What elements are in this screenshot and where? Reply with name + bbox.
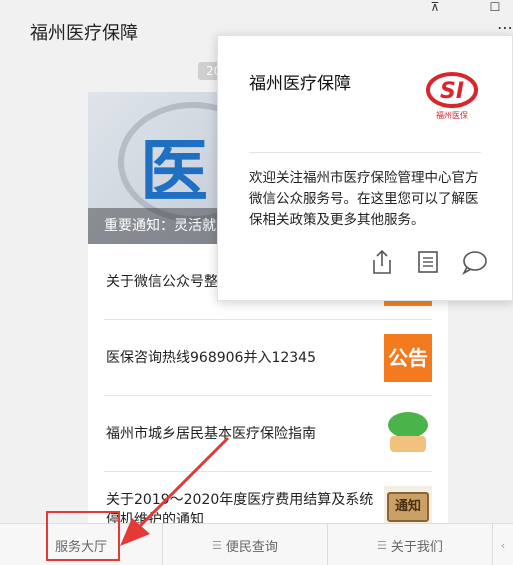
cover-glyph: 医 xyxy=(140,133,209,212)
keyboard-icon: ‹ xyxy=(500,538,506,552)
menu-label: 便民查询 xyxy=(225,539,278,555)
tree-icon xyxy=(388,412,428,438)
maximize-icon[interactable]: ☐ xyxy=(487,0,503,16)
menu-list-icon: ☰ xyxy=(212,538,222,552)
share-icon[interactable] xyxy=(368,248,396,276)
people-icon xyxy=(390,436,426,452)
notice-board: 通知 xyxy=(387,492,429,522)
chat-icon[interactable] xyxy=(460,248,488,276)
popup-actions xyxy=(368,248,488,276)
announcement-thumb: 公告 xyxy=(384,334,432,382)
articles-icon[interactable] xyxy=(414,248,442,276)
logo-subtext: 福州医保 xyxy=(436,110,468,120)
window-controls: ⊼ ☐ xyxy=(427,0,503,16)
popup-description: 欢迎关注福州市医疗保险管理中心官方微信公众服务号。在这里您可以了解医保相关政策及… xyxy=(249,170,479,228)
article-item[interactable]: 福州市城乡居民基本医疗保险指南 xyxy=(104,396,432,472)
highlight-box xyxy=(46,511,120,561)
menu-keyboard-toggle[interactable]: ‹ xyxy=(493,524,513,565)
popup-account-name: 福州医疗保障 xyxy=(249,74,351,94)
pin-icon[interactable]: ⊼ xyxy=(427,0,443,16)
menu-label: 关于我们 xyxy=(390,539,443,555)
medical-insurance-logo-icon: SI 福州医保 xyxy=(426,72,478,120)
article-title: 福州市城乡居民基本医疗保险指南 xyxy=(106,425,316,442)
popup-divider xyxy=(249,152,481,153)
account-profile-popup: 福州医疗保障 SI 福州医保 欢迎关注福州市医疗保险管理中心官方微信公众服务号。… xyxy=(217,35,513,301)
menu-list-icon: ☰ xyxy=(377,538,387,552)
menu-public-query[interactable]: ☰ 便民查询 xyxy=(163,524,328,565)
article-item[interactable]: 医保咨询热线968906并入12345 公告 xyxy=(104,320,432,396)
article-title: 医保咨询热线968906并入12345 xyxy=(106,349,316,366)
menu-about-us[interactable]: ☰ 关于我们 xyxy=(328,524,493,565)
logo-text: SI xyxy=(440,79,464,104)
account-title: 福州医疗保障 xyxy=(30,23,138,44)
insurance-guide-thumb-icon xyxy=(384,410,432,458)
